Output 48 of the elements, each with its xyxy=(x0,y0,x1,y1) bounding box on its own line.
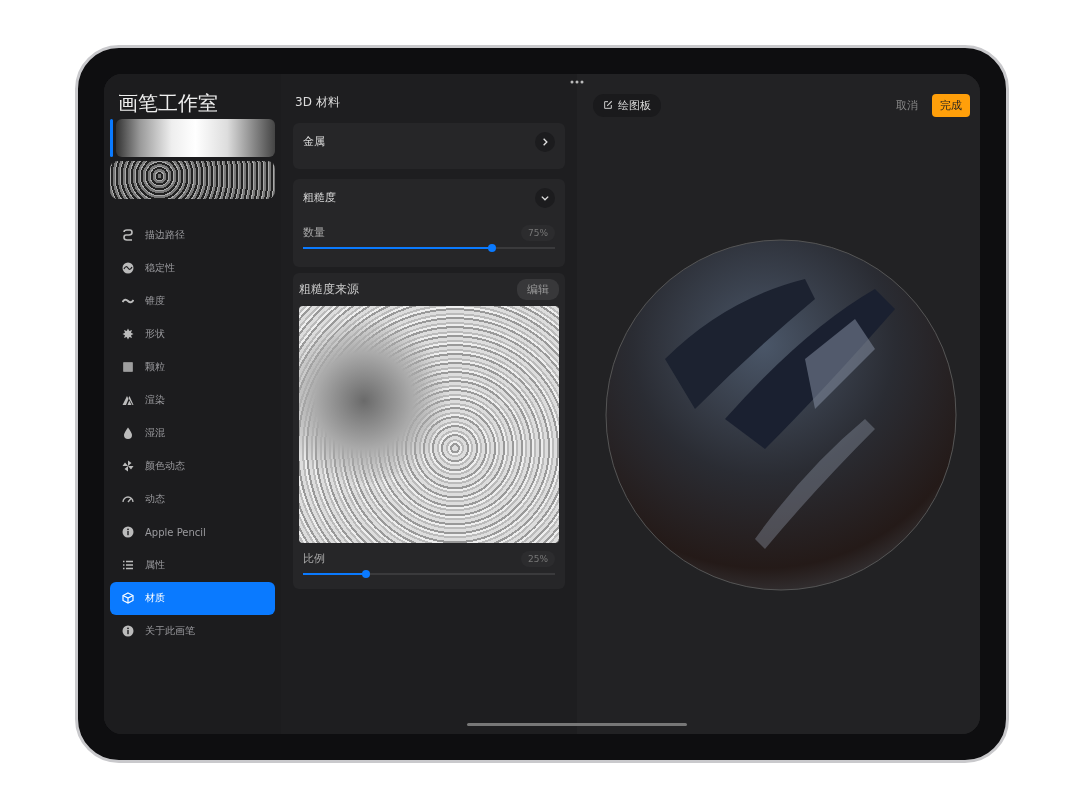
sidebar-item[interactable]: 渲染 xyxy=(110,383,275,417)
edit-icon xyxy=(603,100,613,110)
stabilize-icon xyxy=(122,262,134,274)
sidebar-item[interactable]: 形状 xyxy=(110,317,275,351)
sidebar-item[interactable]: 动态 xyxy=(110,482,275,516)
star-icon xyxy=(122,328,134,340)
edit-button[interactable]: 编辑 xyxy=(517,278,559,300)
drop-icon xyxy=(122,427,134,439)
done-button[interactable]: 完成 xyxy=(932,93,970,117)
slider-label: 比例 xyxy=(303,551,325,566)
pinwheel-icon xyxy=(122,460,134,472)
sidebar-item[interactable]: 锥度 xyxy=(110,284,275,318)
info-icon xyxy=(122,526,134,538)
sidebar-item[interactable]: 颗粒 xyxy=(110,350,275,384)
source-label: 粗糙度来源 xyxy=(299,280,359,298)
sidebar-item[interactable]: 属性 xyxy=(110,548,275,582)
brush-stroke-preview[interactable] xyxy=(116,118,275,157)
stroke-icon xyxy=(122,229,134,241)
chevron-down-icon[interactable] xyxy=(535,187,555,208)
sidebar-item[interactable]: 颜色动态 xyxy=(110,449,275,483)
gauge-icon xyxy=(122,493,134,505)
sidebar-item[interactable]: 稳定性 xyxy=(110,251,275,285)
amount-slider[interactable] xyxy=(303,246,555,249)
brush-grain-preview[interactable] xyxy=(110,160,275,199)
sidebar-item[interactable]: Apple Pencil xyxy=(110,515,275,549)
cube-icon xyxy=(122,592,134,604)
more-icon[interactable] xyxy=(570,79,584,84)
section-label: 金属 xyxy=(303,134,325,149)
info-icon xyxy=(122,625,134,637)
list-icon xyxy=(122,559,134,571)
slider-value: 75% xyxy=(521,224,555,241)
cancel-button[interactable]: 取消 xyxy=(896,97,918,113)
render-icon xyxy=(122,394,134,406)
texture-placeholder[interactable] xyxy=(299,305,559,543)
sidebar-item[interactable]: 描边路径 xyxy=(110,218,275,252)
sidebar-item[interactable]: 材质 xyxy=(110,581,275,615)
slider-label: 数量 xyxy=(303,225,325,240)
selection-indicator xyxy=(110,118,113,157)
sidebar-item[interactable]: 湿混 xyxy=(110,416,275,450)
slider-value: 25% xyxy=(521,550,555,567)
chevron-right-icon[interactable] xyxy=(535,131,555,152)
panel-title: 3D 材料 xyxy=(294,93,341,111)
scale-slider[interactable] xyxy=(303,572,555,575)
canvas-button[interactable]: 绘图板 xyxy=(593,93,661,117)
section-label: 粗糙度 xyxy=(303,190,336,205)
sidebar-item[interactable]: 关于此画笔 xyxy=(110,614,275,648)
grain-icon xyxy=(122,361,134,373)
sidebar-title: 画笔工作室 xyxy=(117,89,219,117)
